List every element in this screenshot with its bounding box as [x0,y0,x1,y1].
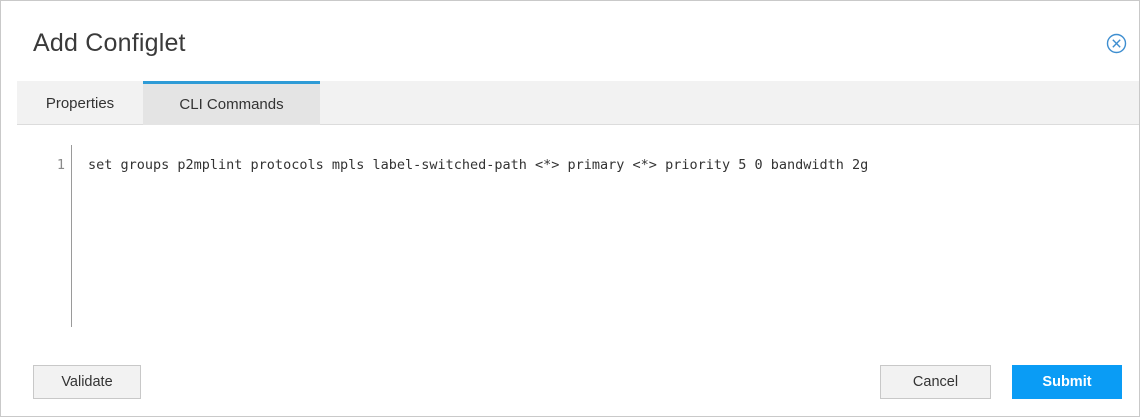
close-circle-icon [1106,33,1127,54]
cli-editor[interactable]: 1 set groups p2mplint protocols mpls lab… [17,125,1139,330]
dialog-title: Add Configlet [33,29,186,57]
tab-cli-commands[interactable]: CLI Commands [143,81,320,125]
cancel-button[interactable]: Cancel [880,365,991,399]
submit-button[interactable]: Submit [1012,365,1122,399]
line-number: 1 [56,157,65,173]
code-line[interactable]: set groups p2mplint protocols mpls label… [88,157,868,173]
tab-bar: Properties CLI Commands [17,81,1139,125]
add-configlet-dialog: Add Configlet Properties CLI Commands 1 … [0,0,1140,417]
close-button[interactable] [1106,33,1127,54]
gutter-divider [71,145,72,327]
validate-button[interactable]: Validate [33,365,141,399]
tab-properties[interactable]: Properties [17,81,143,125]
